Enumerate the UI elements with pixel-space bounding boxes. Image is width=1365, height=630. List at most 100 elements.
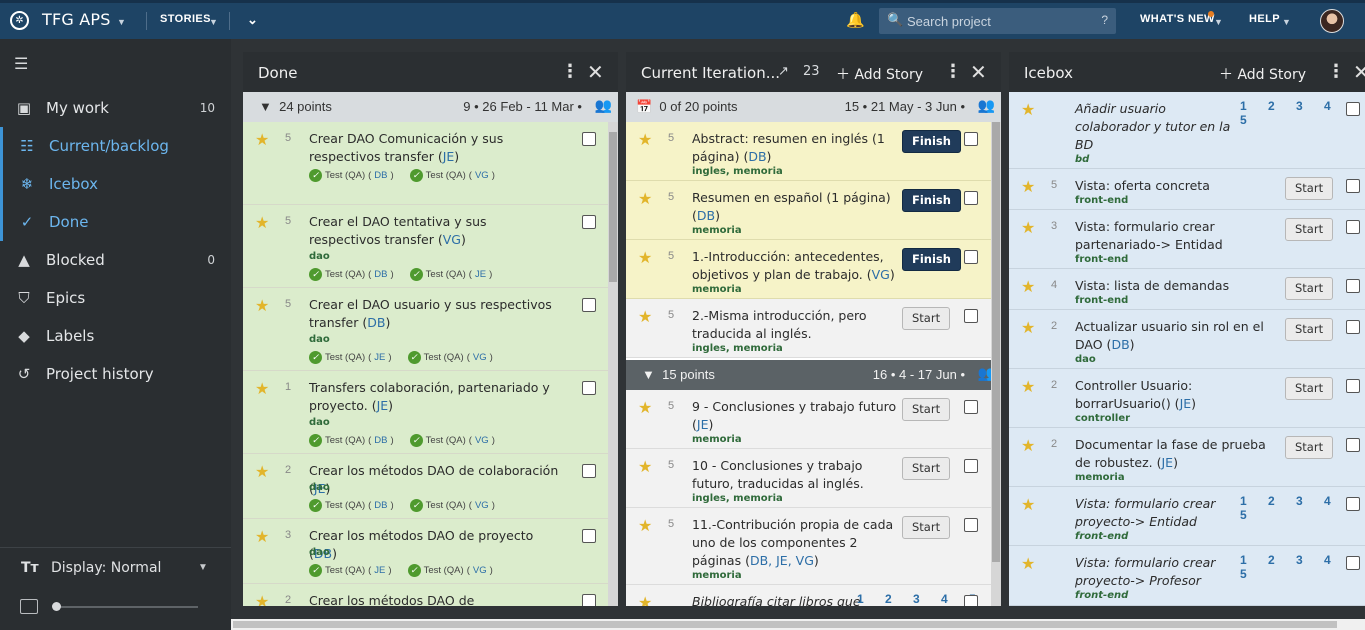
- story-label[interactable]: dao: [309, 547, 330, 558]
- story-label[interactable]: front-end: [1075, 295, 1128, 306]
- story-label[interactable]: memoria: [692, 225, 742, 236]
- start-button[interactable]: Start: [1285, 318, 1334, 341]
- horizontal-scrollbar[interactable]: [231, 619, 1365, 630]
- story-select-checkbox[interactable]: [964, 518, 978, 532]
- iteration-header[interactable]: ▼ 24 points 9 • 26 Feb - 11 Mar • 👥: [243, 92, 618, 122]
- story-select-checkbox[interactable]: [1346, 438, 1360, 452]
- add-story-button[interactable]: ＋ Add Story: [836, 64, 923, 84]
- story-card[interactable]: ★ Bibliografía citar libros que 1 2 3 4 …: [626, 585, 1001, 606]
- story-label[interactable]: front-end: [1075, 531, 1128, 542]
- bell-icon[interactable]: 🔔: [846, 11, 865, 29]
- story-label[interactable]: bd: [1075, 154, 1089, 165]
- story-label[interactable]: memoria: [1075, 472, 1125, 483]
- story-label[interactable]: dao: [309, 334, 330, 345]
- whats-new-dropdown-icon[interactable]: ▼: [1214, 17, 1223, 27]
- story-label[interactable]: ingles, memoria: [692, 493, 783, 504]
- story-select-checkbox[interactable]: [1346, 179, 1360, 193]
- story-card[interactable]: ★ 5 Crear el DAO tentativa y sus respect…: [243, 205, 618, 288]
- story-card[interactable]: ★ 5 2.-Misma introducción, pero traducid…: [626, 299, 1001, 358]
- collapse-sidebar-icon[interactable]: ☰: [14, 54, 28, 74]
- whats-new-menu[interactable]: WHAT'S NEW: [1140, 13, 1215, 25]
- story-label[interactable]: memoria: [692, 570, 742, 581]
- story-card[interactable]: ★ 5 1.-Introducción: antecedentes, objet…: [626, 240, 1001, 299]
- story-select-checkbox[interactable]: [964, 132, 978, 146]
- story-card[interactable]: ★ 2 Actualizar usuario sin rol en el DAO…: [1009, 310, 1365, 369]
- story-card[interactable]: ★ 2 Crear los métodos DAO de colaboració…: [243, 454, 618, 519]
- project-dropdown-icon[interactable]: ▼: [117, 17, 126, 27]
- story-card[interactable]: ★ 5 Vista: oferta concreta front-end Sta…: [1009, 169, 1365, 210]
- scrollbar-thumb[interactable]: [233, 621, 1337, 628]
- scrollbar-thumb[interactable]: [992, 122, 1000, 562]
- story-select-checkbox[interactable]: [582, 529, 596, 543]
- story-label[interactable]: dao: [309, 251, 330, 262]
- display-dropdown-icon[interactable]: ▼: [198, 562, 208, 573]
- story-card[interactable]: ★ 1 Transfers colaboración, partenariado…: [243, 371, 618, 454]
- finish-button[interactable]: Finish: [902, 189, 961, 212]
- tracker-logo-icon[interactable]: ✲: [10, 11, 29, 30]
- start-button[interactable]: Start: [1285, 218, 1334, 241]
- story-label[interactable]: front-end: [1075, 254, 1128, 265]
- story-label[interactable]: dao: [309, 417, 330, 428]
- sidebar-item-done[interactable]: ✓ Done: [0, 203, 231, 241]
- avatar[interactable]: [1320, 9, 1344, 33]
- scrollbar-thumb[interactable]: [609, 132, 617, 282]
- sidebar-item-blocked[interactable]: ▲ Blocked 0: [0, 241, 231, 279]
- zoom-slider-handle[interactable]: [52, 602, 61, 611]
- start-button[interactable]: Start: [1285, 436, 1334, 459]
- story-select-checkbox[interactable]: [582, 298, 596, 312]
- story-card[interactable]: ★ 5 11.-Contribución propia de cada uno …: [626, 508, 1001, 585]
- story-select-checkbox[interactable]: [1346, 379, 1360, 393]
- panel-menu-icon[interactable]: ⋮: [1327, 61, 1345, 82]
- add-story-button[interactable]: ＋ Add Story: [1219, 64, 1306, 84]
- story-card[interactable]: ★ 5 9 - Conclusiones y trabajo futuro (J…: [626, 390, 1001, 449]
- start-button[interactable]: Start: [1285, 177, 1334, 200]
- story-card[interactable]: ★ 5 Crear DAO Comunicación y sus respect…: [243, 122, 618, 205]
- stories-dropdown-icon[interactable]: ▼: [209, 17, 218, 27]
- story-card[interactable]: ★ 2 Crear los métodos DAO de partenariad…: [243, 584, 618, 606]
- story-label[interactable]: memoria: [692, 434, 742, 445]
- search-input[interactable]: 🔍 Search project ?: [879, 8, 1116, 34]
- close-icon[interactable]: ✕: [587, 60, 604, 84]
- story-select-checkbox[interactable]: [964, 400, 978, 414]
- story-label[interactable]: ingles, memoria: [692, 166, 783, 177]
- story-select-checkbox[interactable]: [582, 381, 596, 395]
- story-select-checkbox[interactable]: [1346, 320, 1360, 334]
- story-card[interactable]: ★ Vista: formulario crear proyecto-> Pro…: [1009, 546, 1365, 606]
- start-button[interactable]: Start: [902, 398, 951, 421]
- story-select-checkbox[interactable]: [582, 132, 596, 146]
- panel-menu-icon[interactable]: ⋮: [561, 61, 579, 82]
- story-select-checkbox[interactable]: [582, 215, 596, 229]
- story-select-checkbox[interactable]: [1346, 556, 1360, 570]
- collapse-chevron-icon[interactable]: ▼: [259, 99, 272, 114]
- story-select-checkbox[interactable]: [964, 595, 978, 606]
- sidebar-item-icebox[interactable]: ❄ Icebox: [0, 165, 231, 203]
- sidebar-item-current-backlog[interactable]: ☷ Current/backlog: [0, 127, 231, 165]
- help-menu[interactable]: HELP: [1249, 13, 1280, 25]
- close-icon[interactable]: ✕: [970, 60, 987, 84]
- story-select-checkbox[interactable]: [582, 464, 596, 478]
- story-select-checkbox[interactable]: [582, 594, 596, 606]
- project-name[interactable]: TFG APS: [42, 10, 111, 29]
- current-scrollbar[interactable]: [991, 122, 1001, 606]
- close-icon[interactable]: ✕: [1353, 60, 1365, 84]
- sidebar-item-epics[interactable]: ⛉ Epics: [0, 279, 231, 317]
- start-button[interactable]: Start: [902, 307, 951, 330]
- iteration-header[interactable]: ▼ 15 points 16 • 4 - 17 Jun • 👥: [626, 360, 1001, 390]
- start-button[interactable]: Start: [1285, 377, 1334, 400]
- story-card[interactable]: ★ 3 Vista: formulario crear partenariado…: [1009, 210, 1365, 269]
- collapse-chevron-icon[interactable]: ▼: [642, 367, 655, 382]
- story-select-checkbox[interactable]: [1346, 279, 1360, 293]
- story-card[interactable]: ★ Añadir usuario colaborador y tutor en …: [1009, 92, 1365, 169]
- story-label[interactable]: ingles, memoria: [692, 343, 783, 354]
- story-select-checkbox[interactable]: [1346, 497, 1360, 511]
- sidebar-item-project-history[interactable]: ↺ Project history: [0, 355, 231, 393]
- panel-menu-icon[interactable]: ⋮: [944, 61, 962, 82]
- start-button[interactable]: Start: [1285, 277, 1334, 300]
- search-help-icon[interactable]: ?: [1101, 13, 1108, 27]
- sidebar-item-labels[interactable]: ◆ Labels: [0, 317, 231, 355]
- story-card[interactable]: ★ 2 Controller Usuario: borrarUsuario() …: [1009, 369, 1365, 428]
- story-select-checkbox[interactable]: [964, 309, 978, 323]
- story-card[interactable]: ★ 2 Documentar la fase de prueba de robu…: [1009, 428, 1365, 487]
- help-dropdown-icon[interactable]: ▼: [1282, 17, 1291, 27]
- story-select-checkbox[interactable]: [964, 250, 978, 264]
